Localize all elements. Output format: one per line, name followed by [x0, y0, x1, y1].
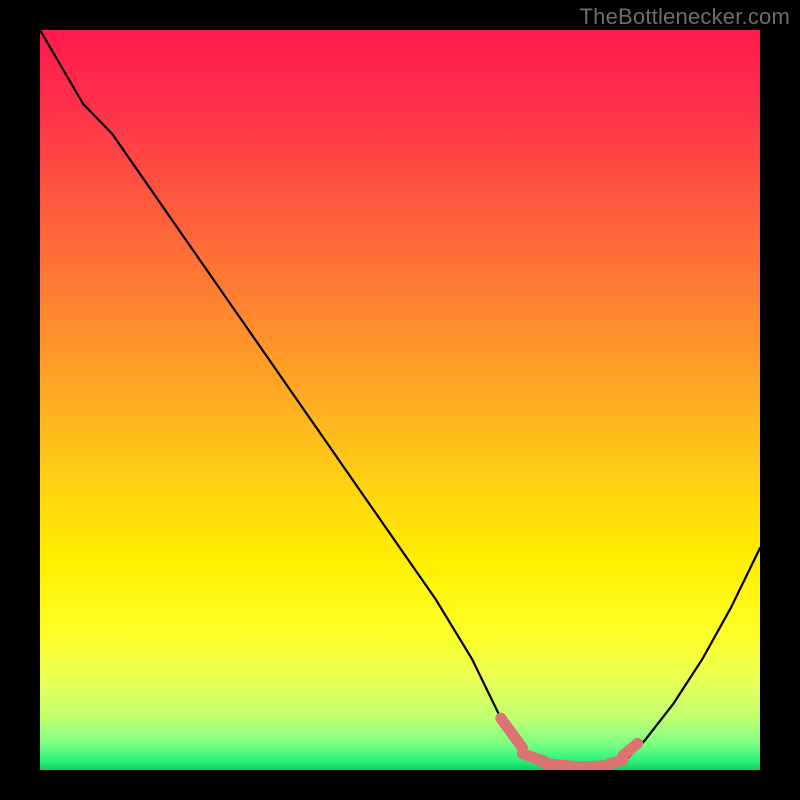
- chart-frame: TheBottlenecker.com: [0, 0, 800, 800]
- plot-area: [40, 30, 760, 770]
- gradient-background: [40, 30, 760, 770]
- watermark-text: TheBottlenecker.com: [580, 4, 790, 30]
